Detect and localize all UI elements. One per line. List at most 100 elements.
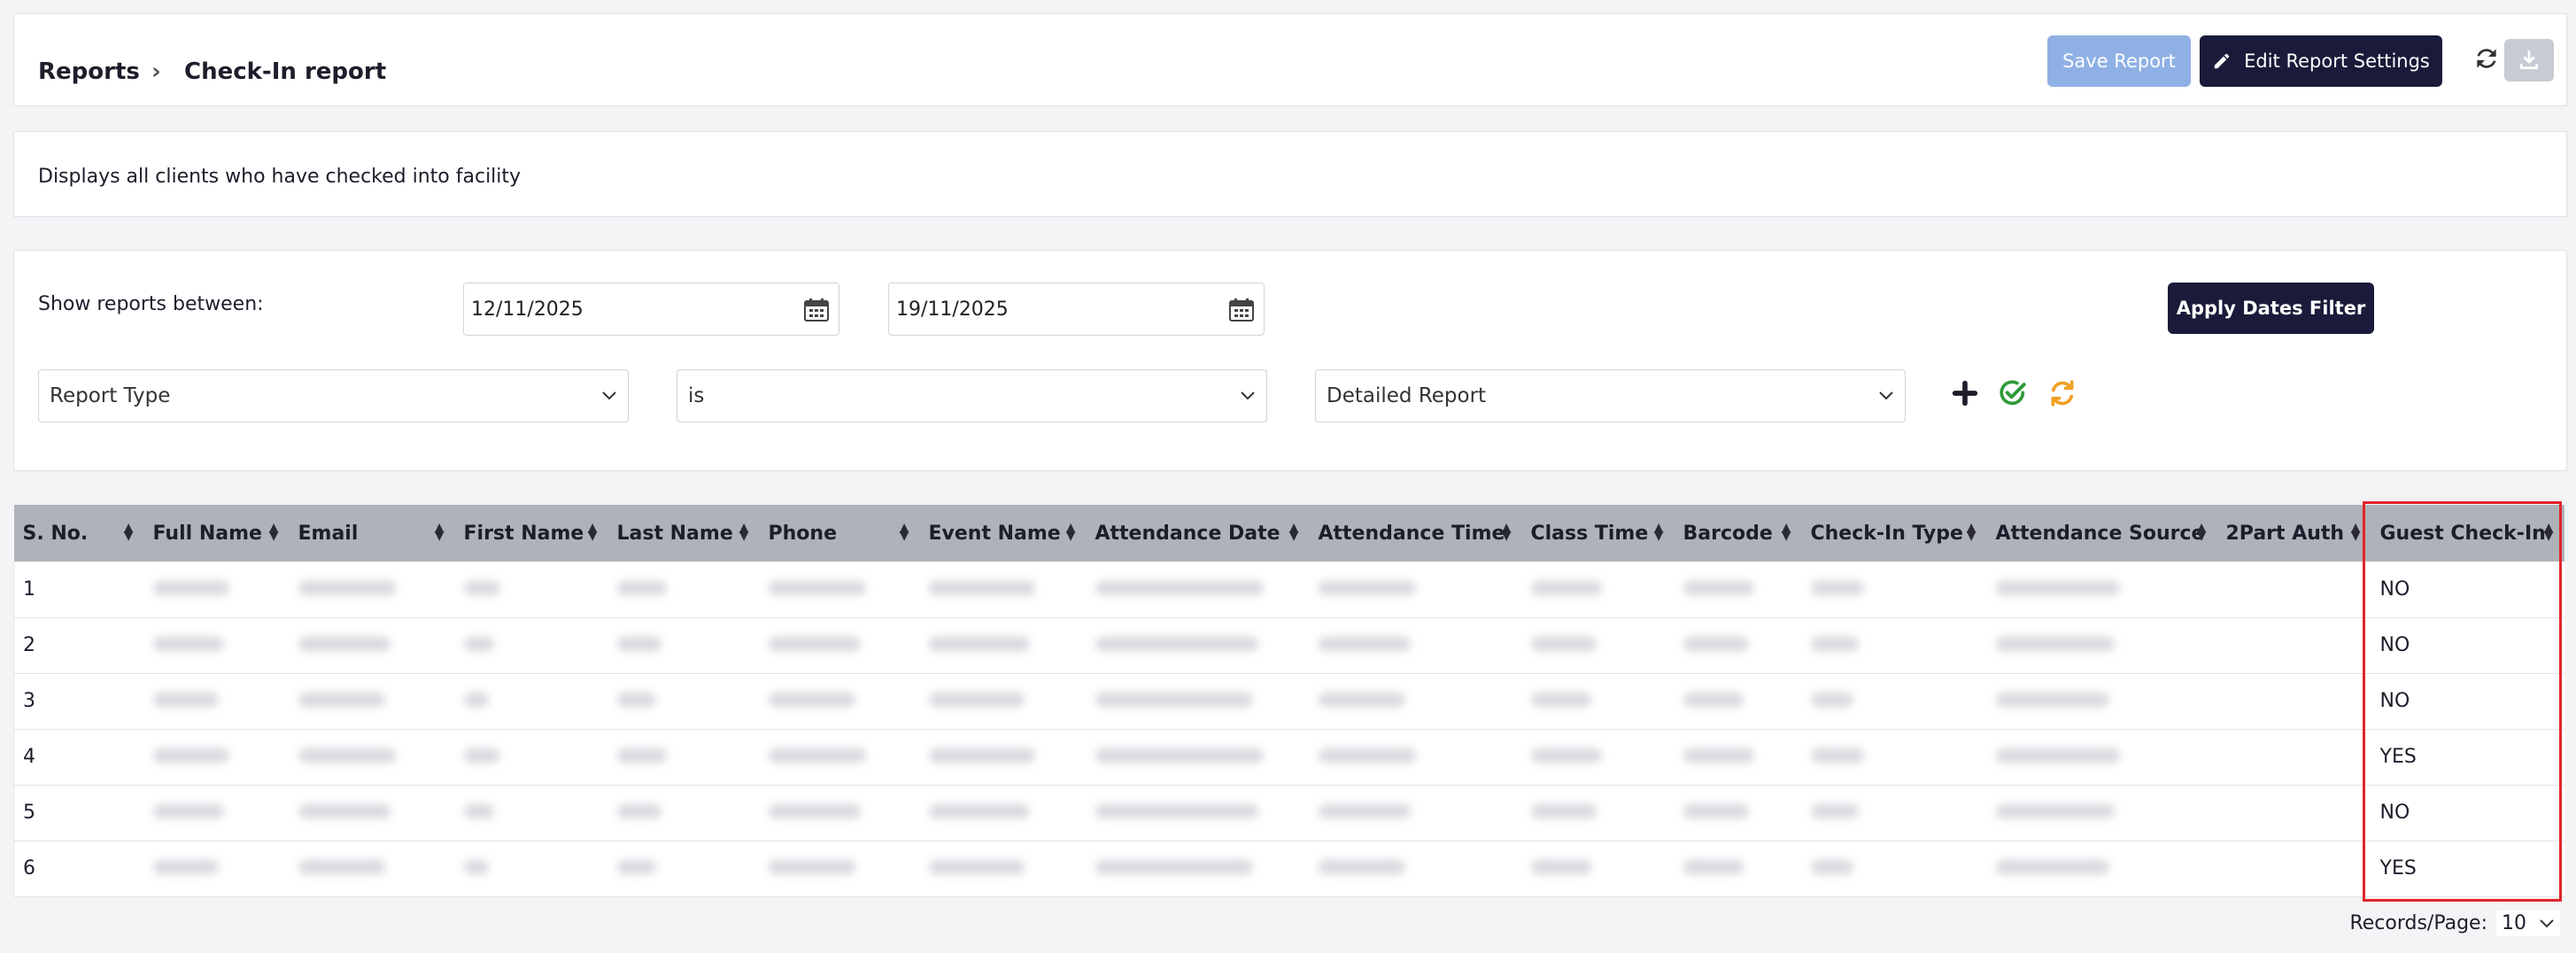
redacted-value <box>1683 860 1744 874</box>
cell-redacted <box>1309 562 1522 618</box>
cell-redacted <box>1986 729 2217 786</box>
redacted-value <box>928 693 1025 707</box>
column-header-barcode[interactable]: Barcode ▲ ▼ <box>1674 505 1802 562</box>
redacted-value <box>928 748 1035 763</box>
cell-sno: 3 <box>13 673 144 730</box>
redacted-value <box>152 860 219 874</box>
column-header-attendance-source[interactable]: Attendance Source ▲ ▼ <box>1986 505 2217 562</box>
cell-redacted <box>1086 617 1310 674</box>
cell-redacted <box>759 562 920 618</box>
cell-redacted <box>1986 785 2217 841</box>
redacted-value <box>1995 860 2109 874</box>
filter-field-select[interactable]: Report Type <box>38 369 629 422</box>
column-header-sno[interactable]: S. No. ▲ ▼ <box>13 505 144 562</box>
chevron-down-icon <box>1879 391 1893 400</box>
records-per-page-select[interactable]: 10 <box>2496 910 2560 936</box>
filter-operator-select[interactable]: is <box>677 369 1267 422</box>
column-header-guest-check-in[interactable]: Guest Check-In ▲ ▼ <box>2371 505 2564 562</box>
filter-value-value: Detailed Report <box>1327 384 1487 407</box>
cell-redacted <box>2216 562 2371 618</box>
chevron-down-icon <box>1241 391 1255 400</box>
edit-report-settings-button[interactable]: Edit Report Settings <box>2200 35 2442 87</box>
cell-redacted <box>289 841 455 897</box>
calendar-icon[interactable] <box>803 298 830 322</box>
redacted-value <box>928 860 1025 874</box>
column-header-first-name[interactable]: First Name ▲ ▼ <box>454 505 608 562</box>
cell-redacted <box>919 617 1087 674</box>
redacted-value <box>1683 693 1744 707</box>
end-date-input[interactable]: 19/11/2025 <box>888 283 1265 336</box>
table-header-row: S. No. ▲ ▼ Full Name ▲ ▼ Email ▲ ▼ First Name ▲… <box>13 505 2564 562</box>
sort-icon: ▲ ▼ <box>1781 521 1791 543</box>
report-header: Reports › Check-In report Save Report Ed… <box>13 13 2567 106</box>
column-header-attendance-date[interactable]: Attendance Date ▲ ▼ <box>1086 505 1310 562</box>
table-row: 5 NO <box>13 785 2564 841</box>
sort-icon: ▲ ▼ <box>587 521 598 543</box>
table-row: 4 YES <box>13 729 2564 786</box>
table-row: 3 NO <box>13 673 2564 730</box>
apply-dates-filter-label: Apply Dates Filter <box>2176 298 2366 319</box>
redacted-value <box>768 748 866 763</box>
cell-redacted <box>759 617 920 674</box>
start-date-input[interactable]: 12/11/2025 <box>463 283 839 336</box>
reset-filter-icon[interactable] <box>2047 378 2077 408</box>
sort-icon: ▲ ▼ <box>2543 521 2554 543</box>
download-icon <box>2519 50 2539 70</box>
cell-redacted <box>1986 562 2217 618</box>
redacted-value <box>768 580 866 595</box>
download-button[interactable] <box>2504 39 2554 81</box>
redacted-value <box>1810 693 1853 707</box>
cell-redacted <box>1086 562 1310 618</box>
column-header-check-in-type[interactable]: Check-In Type ▲ ▼ <box>1801 505 1987 562</box>
column-header-2part-auth[interactable]: 2Part Auth ▲ ▼ <box>2216 505 2371 562</box>
check-in-report-table: S. No. ▲ ▼ Full Name ▲ ▼ Email ▲ ▼ First Name ▲… <box>13 505 2564 897</box>
sort-icon: ▲ ▼ <box>739 521 749 543</box>
cell-redacted <box>1674 673 1802 730</box>
filter-operator-value: is <box>688 384 705 407</box>
column-header-class-time[interactable]: Class Time ▲ ▼ <box>1521 505 1675 562</box>
redacted-value <box>1530 860 1591 874</box>
cell-redacted <box>454 562 608 618</box>
redacted-value <box>1095 580 1264 595</box>
add-filter-plus-icon[interactable] <box>1950 378 1980 408</box>
cell-redacted <box>1521 617 1675 674</box>
redacted-value <box>1995 748 2120 763</box>
cell-redacted <box>1801 785 1987 841</box>
apply-filter-check-icon[interactable] <box>1998 378 2028 408</box>
calendar-icon[interactable] <box>1228 298 1255 322</box>
cell-redacted <box>1309 785 1522 841</box>
redacted-value <box>463 637 494 651</box>
save-report-button[interactable]: Save Report <box>2047 35 2191 87</box>
column-header-phone[interactable]: Phone ▲ ▼ <box>759 505 920 562</box>
table-row: 2 NO <box>13 617 2564 674</box>
cell-redacted <box>607 785 760 841</box>
filter-value-select[interactable]: Detailed Report <box>1315 369 1906 422</box>
sort-icon: ▲ ▼ <box>2196 521 2207 543</box>
column-header-email[interactable]: Email ▲ ▼ <box>289 505 455 562</box>
column-header-attendance-time[interactable]: Attendance Time ▲ ▼ <box>1309 505 1522 562</box>
cell-redacted <box>289 673 455 730</box>
breadcrumb-reports[interactable]: Reports <box>38 58 140 85</box>
sort-icon: ▲ ▼ <box>1966 521 1976 543</box>
redacted-value <box>1683 637 1749 651</box>
cell-redacted <box>2216 729 2371 786</box>
cell-sno: 4 <box>13 729 144 786</box>
column-header-last-name[interactable]: Last Name ▲ ▼ <box>607 505 760 562</box>
sort-icon: ▲ ▼ <box>268 521 279 543</box>
refresh-icon[interactable] <box>2472 44 2501 73</box>
redacted-value <box>152 748 229 763</box>
column-header-event-name[interactable]: Event Name ▲ ▼ <box>919 505 1087 562</box>
cell-redacted <box>1309 841 1522 897</box>
start-date-value: 12/11/2025 <box>471 298 584 321</box>
redacted-value <box>1683 804 1749 818</box>
chevron-down-icon <box>2540 918 2554 927</box>
redacted-value <box>463 693 489 707</box>
column-header-full-name[interactable]: Full Name ▲ ▼ <box>143 505 290 562</box>
sort-icon: ▲ ▼ <box>899 521 909 543</box>
cell-redacted <box>2216 673 2371 730</box>
sort-icon: ▲ ▼ <box>1065 521 1076 543</box>
redacted-value <box>463 580 499 595</box>
apply-dates-filter-button[interactable]: Apply Dates Filter <box>2168 283 2374 334</box>
redacted-value <box>928 804 1030 818</box>
filter-field-value: Report Type <box>50 384 171 407</box>
